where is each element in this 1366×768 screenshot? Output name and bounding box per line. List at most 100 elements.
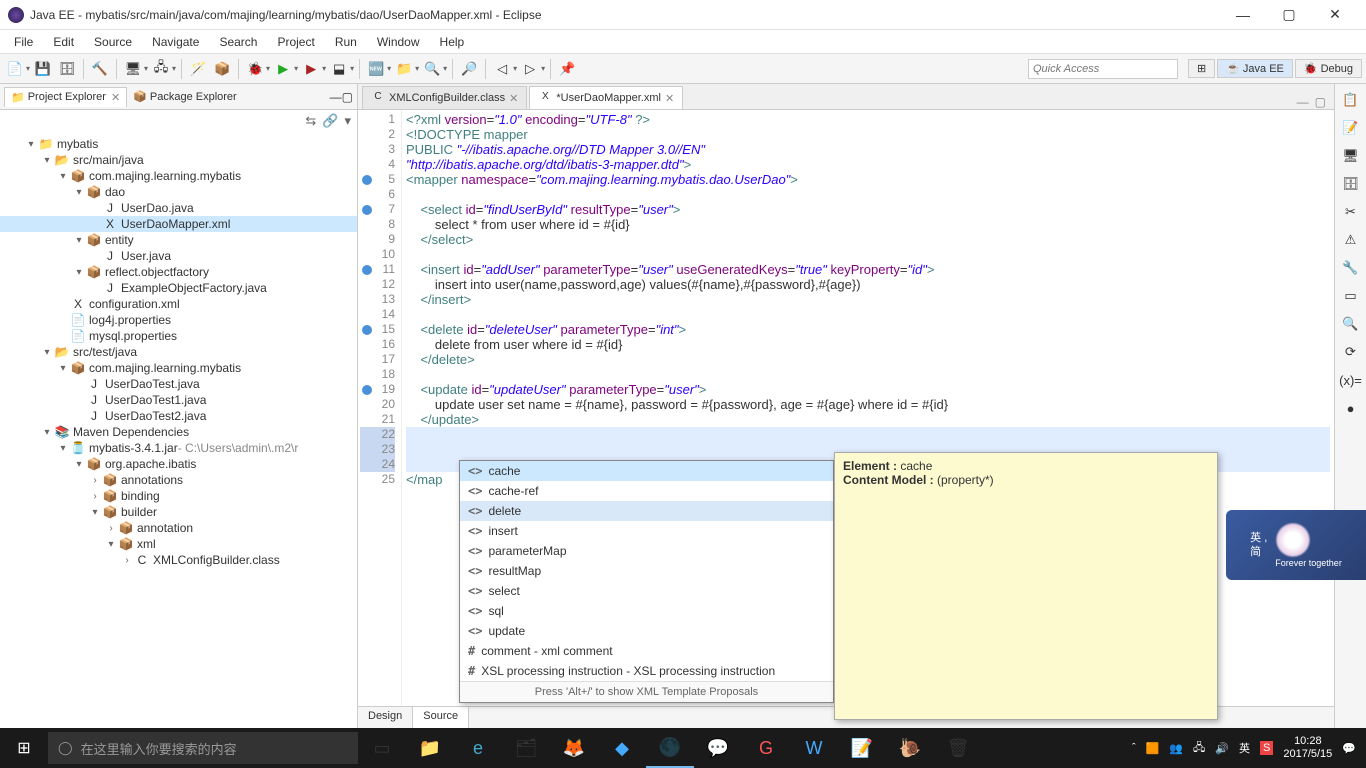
task-list-icon[interactable]: 📝 [1341,118,1361,138]
taskbar-search[interactable]: ◯ 在这里输入你要搜索的内容 [48,732,358,764]
tree-item[interactable]: JExampleObjectFactory.java [0,280,357,296]
tree-item[interactable]: JUserDao.java [0,200,357,216]
tray-network-icon[interactable]: 🖧 [1193,739,1205,758]
outline-icon[interactable]: 📋 [1341,90,1361,110]
notepad-taskbar[interactable]: 📝 [838,728,886,768]
menu-help[interactable]: Help [430,32,475,52]
close-icon[interactable]: ✕ [509,92,518,105]
menu-edit[interactable]: Edit [43,32,84,52]
editor-tab[interactable]: X*UserDaoMapper.xml✕ [529,86,683,109]
design-tab[interactable]: Design [358,707,413,728]
data-source-icon[interactable]: 🗄 [1341,174,1361,194]
new-pkg-button[interactable]: 📁 [393,58,415,80]
taskbar-clock[interactable]: 10:28 2017/5/15 [1283,735,1332,761]
properties-icon[interactable]: 🔧 [1341,258,1361,278]
tree-item[interactable]: ▾📦com.majing.learning.mybatis [0,360,357,376]
open-type-button[interactable]: 🔍 [421,58,443,80]
servers-icon[interactable]: 🖥 [1341,146,1361,166]
autocomplete-item[interactable]: <>parameterMap [460,541,833,561]
perspective-debug[interactable]: 🐞 Debug [1295,59,1362,78]
tree-item[interactable]: ▾📦org.apache.ibatis [0,456,357,472]
breakpoints-icon[interactable]: ● [1341,398,1361,418]
eclipse-taskbar[interactable]: 🌑 [646,728,694,768]
menu-window[interactable]: Window [367,32,430,52]
variables-icon[interactable]: (x)= [1341,370,1361,390]
tree-item[interactable]: XUserDaoMapper.xml [0,216,357,232]
autocomplete-item[interactable]: <>cache [460,461,833,481]
tree-item[interactable]: ▾📂src/main/java [0,152,357,168]
autocomplete-item[interactable]: <>select [460,581,833,601]
progress-icon[interactable]: ⟳ [1341,342,1361,362]
autocomplete-item[interactable]: <>cache-ref [460,481,833,501]
tree-item[interactable]: ▾📁mybatis [0,136,357,152]
new-server-button[interactable]: 🖧 [150,58,172,80]
folder-taskbar[interactable]: 🗂 [502,728,550,768]
autocomplete-item[interactable]: #XSL processing instruction - XSL proces… [460,661,833,681]
maximize-view-icon[interactable]: ▢ [342,90,353,104]
app5-taskbar[interactable]: 🗑 [934,728,982,768]
weather-widget[interactable]: 英 , 简 Forever together [1226,510,1366,580]
tree-item[interactable]: Xconfiguration.xml [0,296,357,312]
tree-item[interactable]: ▾📦dao [0,184,357,200]
tray-people-icon[interactable]: 👥 [1169,742,1183,755]
close-icon[interactable]: ✕ [665,92,674,105]
nav-back-button[interactable]: ◁ [491,58,513,80]
tree-item[interactable]: JUserDaoTest2.java [0,408,357,424]
new-class-button[interactable]: 🆕 [365,58,387,80]
task-view-button[interactable]: ▭ [358,728,406,768]
nav-fwd-button[interactable]: ▷ [519,58,541,80]
menu-navigate[interactable]: Navigate [142,32,209,52]
build-button[interactable]: 🔨 [89,58,111,80]
tree-item[interactable]: ›📦binding [0,488,357,504]
close-button[interactable]: ✕ [1312,0,1358,30]
tree-item[interactable]: JUserDaoTest1.java [0,392,357,408]
run-button[interactable]: ▶ [272,58,294,80]
tree-item[interactable]: JUser.java [0,248,357,264]
system-tray[interactable]: ˆ 🟧 👥 🖧 🔊 英 S 10:28 2017/5/15 💬 [1122,735,1366,761]
autocomplete-item[interactable]: <>sql [460,601,833,621]
close-icon[interactable]: ✕ [111,91,120,104]
tree-item[interactable]: 📄mysql.properties [0,328,357,344]
app1-taskbar[interactable]: ◆ [598,728,646,768]
tree-item[interactable]: JUserDaoTest.java [0,376,357,392]
tray-ime-icon[interactable]: 英 [1239,740,1250,756]
minimize-view-icon[interactable]: — [330,90,342,104]
tree-item[interactable]: ›📦annotation [0,520,357,536]
source-tab[interactable]: Source [413,707,469,728]
coverage-button[interactable]: ⬓ [328,58,350,80]
wizard-button[interactable]: 🪄 [187,58,209,80]
minimize-button[interactable]: — [1220,0,1266,30]
app2-taskbar[interactable]: G [742,728,790,768]
save-button[interactable]: 💾 [32,58,54,80]
search-view-icon[interactable]: 🔍 [1341,314,1361,334]
package-explorer-tab[interactable]: 📦 Package Explorer [127,87,243,106]
autocomplete-item[interactable]: #comment - xml comment [460,641,833,661]
maximize-button[interactable]: ▢ [1266,0,1312,30]
save-all-button[interactable]: 🗄 [56,58,78,80]
new-button[interactable]: 📄 [4,58,26,80]
file-explorer-taskbar[interactable]: 📁 [406,728,454,768]
console-icon[interactable]: ▭ [1341,286,1361,306]
link-editor-icon[interactable]: 🔗 [322,113,338,129]
tree-item[interactable]: ▾📦entity [0,232,357,248]
autocomplete-item[interactable]: <>resultMap [460,561,833,581]
tree-item[interactable]: ▾📦builder [0,504,357,520]
chat-taskbar[interactable]: 💬 [694,728,742,768]
editor-tab[interactable]: CXMLConfigBuilder.class✕ [362,86,527,109]
app4-taskbar[interactable]: 🐌 [886,728,934,768]
autocomplete-item[interactable]: <>delete [460,501,833,521]
view-menu-icon[interactable]: ▾ [344,113,351,129]
tree-item[interactable]: ▾🫙mybatis-3.4.1.jar - C:\Users\admin\.m2… [0,440,357,456]
run-ext-button[interactable]: ▶ [300,58,322,80]
project-explorer-tab[interactable]: 📁 Project Explorer ✕ [4,87,127,107]
tree-item[interactable]: ›📦annotations [0,472,357,488]
server-button[interactable]: 🖥 [122,58,144,80]
firefox-taskbar[interactable]: 🦊 [550,728,598,768]
project-tree[interactable]: ▾📁mybatis▾📂src/main/java ▾📦com.majing.lea… [0,132,357,728]
tree-item[interactable]: ▾📦xml [0,536,357,552]
pin-button[interactable]: 📌 [556,58,578,80]
menu-file[interactable]: File [4,32,43,52]
editor-max-icon[interactable]: ▢ [1315,95,1326,109]
notifications-icon[interactable]: 💬 [1342,742,1356,755]
menu-search[interactable]: Search [209,32,267,52]
